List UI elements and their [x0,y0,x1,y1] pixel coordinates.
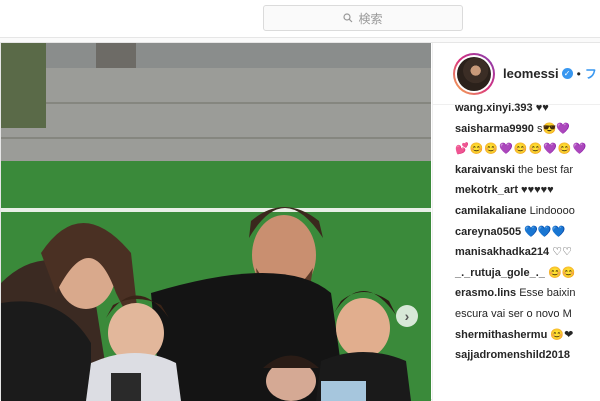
comment-item: erasmo.lins Esse baixin [455,283,600,304]
comment-item: saisharma9990 s😎💜 [455,119,600,140]
comment-user[interactable]: sajjadromenshild2018 [455,349,570,361]
comment-item: manisakhadka214 ♡♡ [455,242,600,263]
separator-dot: • [576,66,581,81]
comment-user[interactable]: manisakhadka214 [455,246,549,258]
search-placeholder: 検索 [358,11,383,26]
comment-user[interactable]: karaivanski [455,164,515,176]
comment-text: ♡♡ [552,246,572,259]
verified-badge-icon: ✓ [561,68,573,79]
top-bar: 検索 [0,0,600,38]
comment-text: 😊😊 [547,266,576,279]
comment-item: karaivanski the best far [455,160,600,181]
comment-item: camilakaliane Lindoooo [455,201,600,222]
comment-item: careyna0505 💙💙💙 [455,222,600,243]
comment-user[interactable]: _._rutuja_gole_._ [455,267,545,279]
post-modal: › leomessi ✓ • フ wang.xinyi.393 ♥♥ saish… [0,42,600,401]
comment-user[interactable]: erasmo.lins [455,287,516,299]
comment-item: wang.xinyi.393 ♥♥ [455,98,600,119]
comment-text: Esse baixin [519,287,576,300]
post-header: leomessi ✓ • フ [433,43,600,105]
comment-user[interactable]: wang.xinyi.393 [455,102,533,114]
comment-text: the best far [518,163,574,176]
post-photo[interactable]: › [1,43,431,401]
post-username[interactable]: leomessi [503,66,559,81]
comment-text: escura vai ser o novo M [455,307,572,320]
comment-item: sajjadromenshild2018 [455,345,600,366]
comment-user[interactable]: careyna0505 [455,226,521,238]
comment-item: mekotrk_art ♥♥♥♥♥ [455,180,600,201]
comment-list: wang.xinyi.393 ♥♥ saisharma9990 s😎💜 💕😊😊💜… [455,98,600,366]
search-input[interactable]: 検索 [263,5,463,31]
comment-text: Lindoooo [529,204,575,217]
comment-item: _._rutuja_gole_._ 😊😊 [455,263,600,284]
comment-user[interactable]: mekotrk_art [455,184,518,196]
comment-item: shermithashermu 😊❤ [455,325,600,346]
comment-user[interactable]: camilakaliane [455,205,527,217]
comment-text: ♥♥♥♥♥ [521,184,554,197]
comment-text: 😊❤ [550,328,574,341]
comment-text: ♥♥ [535,102,549,114]
comment-text: 💙💙💙 [524,225,566,238]
post-sidebar: leomessi ✓ • フ wang.xinyi.393 ♥♥ saishar… [432,43,600,401]
avatar[interactable] [453,52,495,95]
comment-text: 💕😊😊💜😊😊💜😊💜 [455,143,588,156]
chevron-right-icon: › [404,308,410,324]
comment-text: s😎💜 [536,122,570,135]
follow-button[interactable]: フ [585,65,597,82]
comment-user[interactable]: shermithashermu [455,329,547,341]
next-photo-button[interactable]: › [396,305,418,327]
comment-user[interactable]: saisharma9990 [455,123,534,135]
search-icon [343,13,353,23]
